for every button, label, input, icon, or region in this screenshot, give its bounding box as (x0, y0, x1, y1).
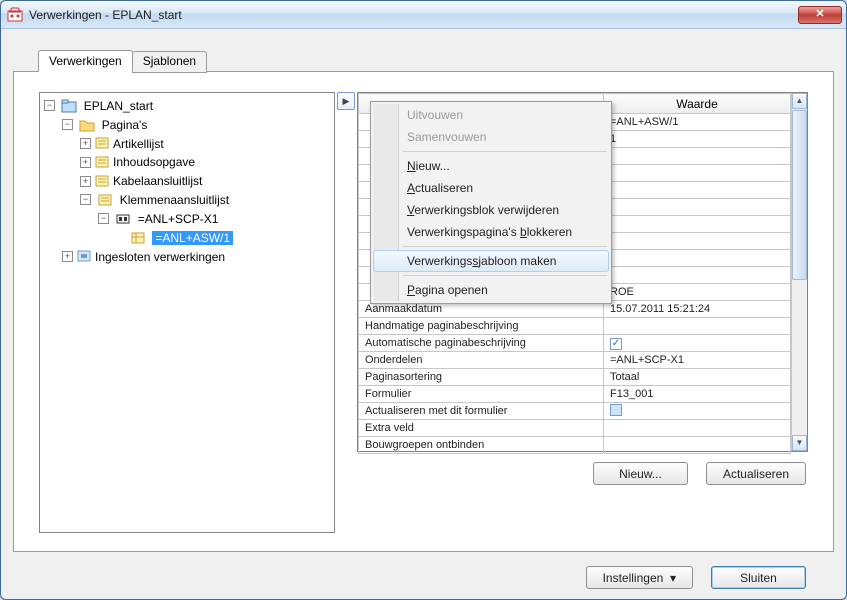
prop-value[interactable] (604, 318, 791, 335)
prop-key: Actualiseren met dit formulier (359, 403, 604, 420)
collapse-icon[interactable]: − (62, 119, 73, 130)
table-row[interactable]: PaginasorteringTotaal (359, 369, 791, 386)
table-row[interactable]: Extra veld (359, 420, 791, 437)
prop-value[interactable]: ✓ (604, 335, 791, 352)
prop-value[interactable] (604, 182, 791, 199)
tree-item[interactable]: Ingesloten verwerkingen (95, 249, 225, 263)
prop-value[interactable] (604, 233, 791, 250)
table-row[interactable]: Handmatige paginabeschrijving (359, 318, 791, 335)
folder-icon (79, 118, 95, 132)
menu-nieuw[interactable]: Nieuw... (373, 155, 609, 177)
menu-uitvouwen: Uitvouwen (373, 104, 609, 126)
table-row[interactable]: Onderdelen=ANL+SCP-X1 (359, 352, 791, 369)
prop-value[interactable] (604, 420, 791, 437)
tree-item[interactable]: Kabelaansluitlijst (113, 174, 202, 188)
scroll-thumb[interactable] (792, 110, 807, 280)
prop-key: Paginasortering (359, 369, 604, 386)
tree-item[interactable]: Inhoudsopgave (113, 155, 195, 169)
prop-value[interactable]: =ANL+ASW/1 (604, 114, 791, 131)
prop-value[interactable] (604, 267, 791, 284)
prop-key: Bouwgroepen ontbinden (359, 437, 604, 454)
prop-value[interactable]: Totaal (604, 369, 791, 386)
expand-icon[interactable]: + (80, 157, 91, 168)
tab-verwerkingen[interactable]: Verwerkingen (38, 50, 133, 72)
prop-value[interactable] (604, 403, 791, 420)
tree-panel[interactable]: − EPLAN_start − Pagina's +A (39, 92, 335, 533)
block-icon (115, 212, 131, 226)
form-icon (94, 174, 110, 188)
prop-value[interactable]: ROE (604, 284, 791, 301)
page-icon (130, 231, 146, 245)
context-menu[interactable]: Uitvouwen Samenvouwen Nieuw... Actualise… (370, 101, 612, 304)
col-header-value[interactable]: Waarde (604, 94, 791, 114)
scroll-down-button[interactable]: ▼ (792, 435, 807, 451)
instellingen-button[interactable]: Instellingen ▾ (586, 566, 693, 589)
prop-value[interactable] (604, 437, 791, 454)
expand-icon[interactable]: + (80, 138, 91, 149)
form-icon (94, 155, 110, 169)
prop-key: Onderdelen (359, 352, 604, 369)
menu-samenvouwen: Samenvouwen (373, 126, 609, 148)
embedded-icon (76, 249, 92, 263)
tree-item[interactable]: =ANL+SCP-X1 (138, 212, 219, 226)
menu-sjabloon-maken[interactable]: Verwerkingssjabloon maken (373, 250, 609, 272)
prop-value[interactable] (604, 216, 791, 233)
scroll-up-button[interactable]: ▲ (792, 93, 807, 109)
table-row[interactable]: FormulierF13_001 (359, 386, 791, 403)
instellingen-label: Instellingen (603, 571, 664, 585)
menu-pagina-openen[interactable]: Pagina openen (373, 279, 609, 301)
checkbox-checked-icon[interactable]: ✓ (610, 338, 622, 350)
tree-paginas[interactable]: Pagina's (102, 118, 148, 132)
project-icon (61, 99, 77, 113)
splitter-toolbar: ▶ (335, 92, 357, 533)
nieuw-button[interactable]: Nieuw... (593, 462, 688, 485)
prop-value[interactable] (604, 250, 791, 267)
form-icon (97, 193, 113, 207)
prop-value[interactable] (604, 148, 791, 165)
tab-sjablonen[interactable]: Sjablonen (132, 51, 207, 73)
checkbox-icon[interactable] (610, 404, 622, 416)
table-row[interactable]: Bouwgroepen ontbinden (359, 437, 791, 454)
expand-icon[interactable]: + (62, 251, 73, 262)
prop-value[interactable]: =ANL+SCP-X1 (604, 352, 791, 369)
prop-key: Formulier (359, 386, 604, 403)
menu-pag-blokkeren[interactable]: Verwerkingspagina's blokkeren (373, 221, 609, 243)
prop-value[interactable] (604, 165, 791, 182)
menu-actualiseren[interactable]: Actualiseren (373, 177, 609, 199)
prop-value[interactable]: 15.07.2011 15:21:24 (604, 301, 791, 318)
prop-value[interactable]: F13_001 (604, 386, 791, 403)
prop-key: Extra veld (359, 420, 604, 437)
window-title: Verwerkingen - EPLAN_start (29, 8, 798, 22)
prop-value[interactable]: 1 (604, 131, 791, 148)
tab-strip: Verwerkingen Sjablonen (38, 49, 834, 71)
collapse-left-button[interactable]: ▶ (337, 92, 355, 110)
collapse-icon[interactable]: − (98, 213, 109, 224)
tree-item-selected[interactable]: =ANL+ASW/1 (152, 231, 233, 245)
table-row[interactable]: Automatische paginabeschrijving ✓ (359, 335, 791, 352)
tree-item[interactable]: Klemmenaansluitlijst (120, 193, 229, 207)
titlebar[interactable]: Verwerkingen - EPLAN_start ✕ (1, 1, 846, 29)
actualiseren-button[interactable]: Actualiseren (706, 462, 806, 485)
menu-blok-verwijderen[interactable]: Verwerkingsblok verwijderen (373, 199, 609, 221)
form-icon (94, 136, 110, 150)
close-button[interactable]: ✕ (798, 6, 842, 24)
tree-root[interactable]: EPLAN_start (84, 99, 153, 113)
tree-item[interactable]: Artikellijst (113, 136, 164, 150)
sluiten-button[interactable]: Sluiten (711, 566, 806, 589)
collapse-icon[interactable]: − (80, 194, 91, 205)
table-row[interactable]: Actualiseren met dit formulier (359, 403, 791, 420)
collapse-icon[interactable]: − (44, 100, 55, 111)
prop-key: Handmatige paginabeschrijving (359, 318, 604, 335)
app-icon (7, 7, 23, 23)
prop-value[interactable] (604, 199, 791, 216)
expand-icon[interactable]: + (80, 176, 91, 187)
vertical-scrollbar[interactable]: ▲ ▼ (791, 93, 807, 451)
prop-key: Automatische paginabeschrijving (359, 335, 604, 352)
